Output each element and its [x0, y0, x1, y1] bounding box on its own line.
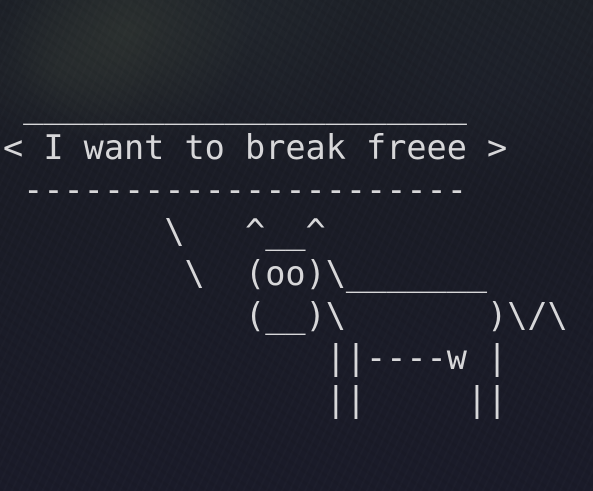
cow-line-4: ||----w | — [3, 338, 508, 377]
speech-bubble-text: < I want to break freee > — [3, 128, 508, 167]
terminal-window[interactable]: ______________________ < I want to break … — [0, 0, 593, 491]
cow-line-3: (__)\ )\/\ — [3, 296, 568, 335]
speech-bubble-bottom: ---------------------- — [3, 170, 467, 209]
cow-line-2: \ (oo)\_______ — [3, 254, 488, 293]
speech-bubble-top: ______________________ — [3, 86, 467, 125]
cowsay-output: ______________________ < I want to break … — [3, 85, 568, 421]
cow-line-5: || || — [3, 380, 508, 419]
cow-line-1: \ ^__^ — [3, 212, 326, 251]
